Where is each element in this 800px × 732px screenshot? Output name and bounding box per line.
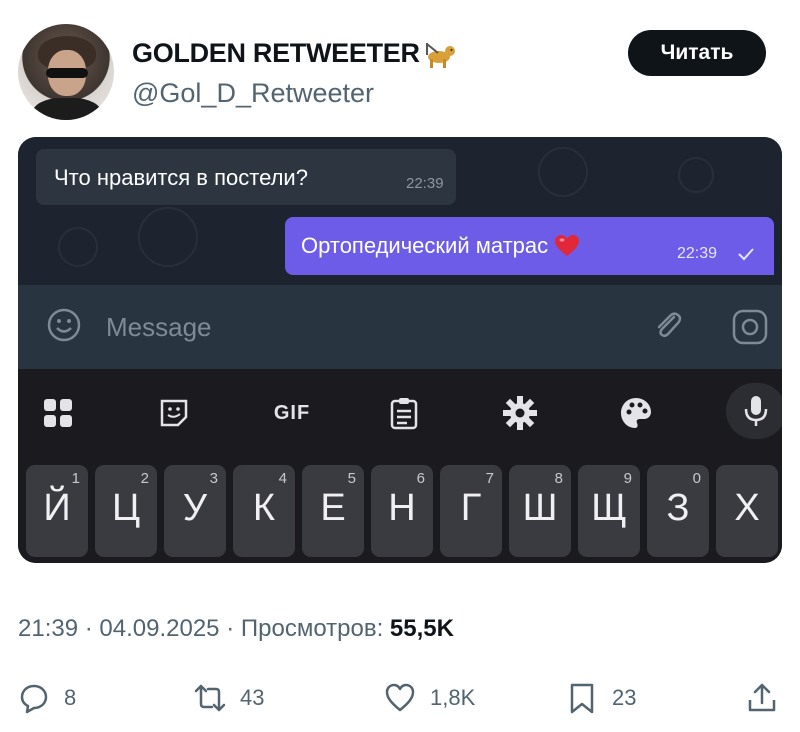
key[interactable]: 4К — [233, 465, 295, 557]
outgoing-message-time: 22:39 — [677, 245, 718, 262]
key-number: 3 — [209, 470, 218, 487]
key[interactable]: 5Е — [302, 465, 364, 557]
sent-check-icon — [738, 248, 754, 261]
key[interactable]: Х — [716, 465, 778, 557]
meta-separator: · — [84, 615, 100, 642]
key-char: У — [182, 487, 208, 529]
key[interactable]: 2Ц — [95, 465, 157, 557]
message-input[interactable]: Message — [106, 312, 212, 343]
emoji-icon[interactable] — [46, 307, 82, 343]
share-button[interactable] — [746, 680, 792, 716]
background-doodle — [58, 227, 98, 267]
reply-icon — [20, 684, 48, 714]
apps-grid-icon[interactable] — [40, 395, 76, 431]
key-char: Н — [388, 487, 416, 529]
key-number: 4 — [278, 470, 287, 487]
outgoing-message: Ортопедический матрас — [301, 233, 580, 259]
palette-glyph — [621, 398, 651, 428]
bookmark-icon — [570, 683, 594, 714]
background-doodle — [678, 157, 714, 193]
retweet-button[interactable]: 43 — [194, 680, 264, 716]
key-number: 0 — [692, 470, 701, 487]
outgoing-message-text: Ортопедический матрас — [301, 233, 549, 258]
message-input-bar[interactable]: Message — [18, 285, 782, 369]
clipboard-icon[interactable] — [386, 395, 422, 431]
key[interactable]: 6Н — [371, 465, 433, 557]
gif-button[interactable]: GIF — [270, 395, 314, 431]
reply-button[interactable]: 8 — [18, 680, 76, 716]
key-number: 1 — [71, 470, 80, 487]
retweet-icon — [194, 684, 226, 712]
keyboard-toolbar: GIF — [18, 369, 782, 455]
retweet-count: 43 — [240, 685, 265, 710]
key[interactable]: 1Й — [26, 465, 88, 557]
key-char: Щ — [591, 487, 627, 529]
author-handle[interactable]: @Gol_D_Retweeter — [132, 78, 374, 109]
key-number: 5 — [347, 470, 356, 487]
microphone-button[interactable] — [726, 383, 782, 439]
key[interactable]: 7Г — [440, 465, 502, 557]
author-display-name[interactable]: GOLDEN RETWEETER — [132, 38, 456, 69]
like-heart-icon — [385, 683, 415, 712]
key-char: Ц — [111, 487, 141, 529]
keyboard-keys-row: 1Й 2Ц 3У 4К 5Е 6Н 7Г 8Ш 9Щ 0З Х — [18, 465, 782, 561]
outgoing-message-bubble[interactable]: Ортопедический матрас 22:39 — [285, 217, 774, 275]
key-number: 6 — [416, 470, 425, 487]
tweet-time[interactable]: 21:39 — [18, 615, 78, 642]
settings-gear-icon[interactable] — [502, 395, 538, 431]
heart-icon — [555, 235, 580, 256]
key[interactable]: 9Щ — [578, 465, 640, 557]
views-count: 55,5K — [389, 615, 454, 642]
key-char: З — [666, 487, 690, 529]
follow-button[interactable]: Читать — [628, 30, 766, 76]
views-label: Просмотров: — [240, 615, 384, 642]
settings-gear-glyph — [503, 396, 537, 430]
key[interactable]: 8Ш — [509, 465, 571, 557]
reply-count: 8 — [64, 685, 77, 710]
incoming-message-bubble[interactable]: Что нравится в постели? 22:39 — [36, 149, 456, 205]
apps-grid-glyph — [44, 399, 72, 427]
avatar[interactable] — [18, 24, 114, 120]
tweet-media-image[interactable]: Что нравится в постели? 22:39 Ортопедиче… — [18, 137, 782, 563]
key-char: Х — [734, 487, 760, 529]
key[interactable]: 3У — [164, 465, 226, 557]
incoming-message-text: Что нравится в постели? — [54, 165, 308, 190]
tweet-date[interactable]: 04.09.2025 — [99, 615, 219, 642]
key-number: 2 — [140, 470, 149, 487]
guide-dog-icon — [425, 42, 455, 68]
chat-area: Что нравится в постели? 22:39 Ортопедиче… — [18, 137, 782, 285]
background-doodle — [538, 147, 588, 197]
tweet-meta: 21:39 · 04.09.2025 · Просмотров: 55,5K — [18, 615, 454, 643]
display-name-text: GOLDEN RETWEETER — [132, 38, 420, 68]
like-button[interactable]: 1,8K — [384, 680, 475, 716]
key-char: Й — [43, 487, 71, 529]
meta-separator: · — [226, 615, 241, 642]
microphone-icon — [744, 396, 768, 426]
key-number: 7 — [485, 470, 494, 487]
key[interactable]: 0З — [647, 465, 709, 557]
avatar-shirt — [32, 98, 102, 120]
key-char: Г — [460, 487, 482, 529]
bookmark-button[interactable]: 23 — [566, 680, 636, 716]
sticker-glyph — [160, 399, 188, 427]
key-number: 9 — [623, 470, 632, 487]
key-number: 8 — [554, 470, 563, 487]
like-count: 1,8K — [430, 685, 476, 710]
bookmark-count: 23 — [612, 685, 637, 710]
avatar-sunglasses — [46, 68, 88, 78]
camera-icon[interactable] — [730, 307, 770, 347]
incoming-message-time: 22:39 — [406, 175, 444, 192]
palette-icon[interactable] — [618, 395, 654, 431]
clipboard-glyph — [390, 398, 418, 430]
share-icon — [748, 683, 776, 712]
key-char: Е — [320, 487, 346, 529]
background-doodle — [138, 207, 198, 267]
keyboard: GIF 1 Й 2 Ц 3 У 4 К 5 Е 6 Н 7 Г 8 Ш 9 Щ … — [18, 369, 782, 563]
sticker-icon[interactable] — [156, 395, 192, 431]
key-char: Ш — [522, 487, 558, 529]
paperclip-icon[interactable] — [650, 307, 686, 343]
key-char: К — [252, 487, 276, 529]
